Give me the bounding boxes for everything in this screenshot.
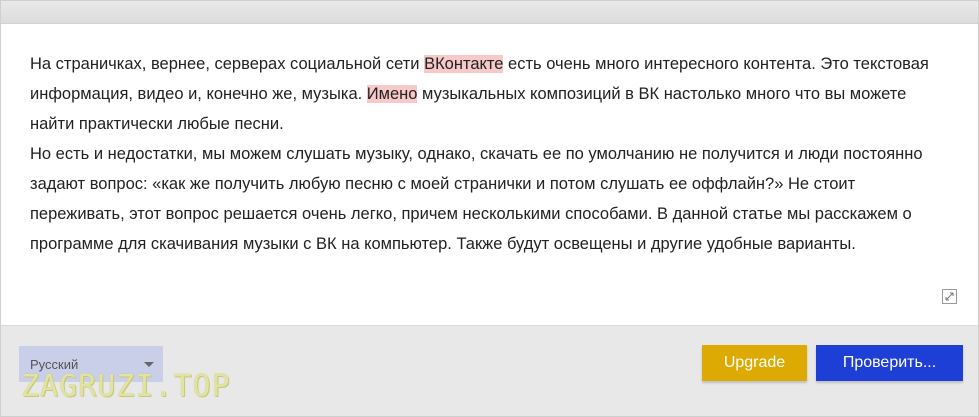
spellcheck-window: На страничках, вернее, серверах социальн… [0,0,979,417]
text-editor[interactable]: На страничках, вернее, серверах социальн… [1,24,978,326]
language-select-value: Русский [30,357,79,372]
text-content[interactable]: На страничках, вернее, серверах социальн… [30,49,935,259]
top-bar [1,1,978,24]
check-button[interactable]: Проверить... [816,345,963,381]
error-highlight-vkontakte[interactable]: ВКонтакте [424,55,504,73]
error-highlight-imeno[interactable]: Имено [366,85,418,103]
bottom-toolbar: Русский ZAGRUZI.TOP Upgrade Проверить... [1,326,978,416]
paragraph-1-part-1: На страничках, вернее, серверах социальн… [30,55,425,73]
resize-icon[interactable] [942,289,957,304]
paragraph-2: Но есть и недостатки, мы можем слушать м… [30,145,923,253]
upgrade-button[interactable]: Upgrade [702,345,807,381]
chevron-down-icon [144,362,154,367]
language-select[interactable]: Русский [19,346,163,382]
paragraph-1: На страничках, вернее, серверах социальн… [30,49,935,139]
